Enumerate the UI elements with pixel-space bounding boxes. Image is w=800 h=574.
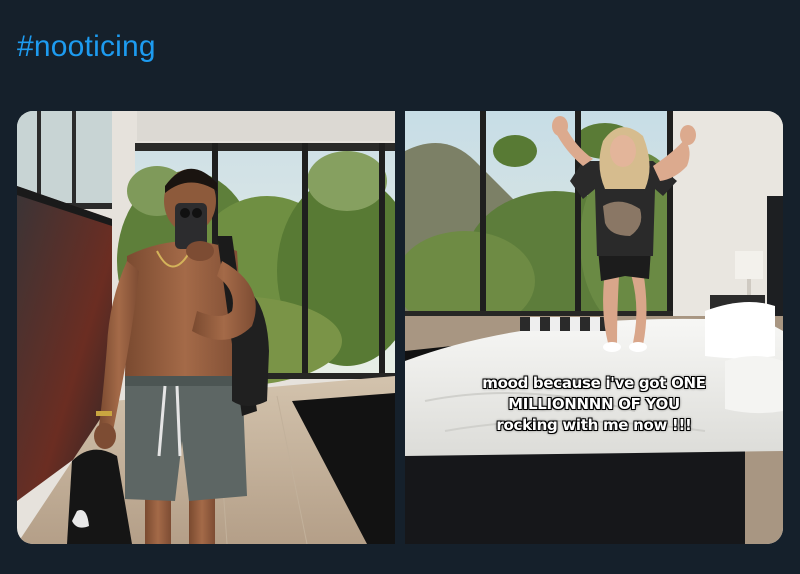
caption-line-2: MILLIONNNN OF YOU xyxy=(508,395,680,413)
hashtag-link[interactable]: #nooticing xyxy=(17,28,156,66)
caption-line-1: mood because i've got ONE xyxy=(482,374,706,392)
photo-left-man-mirror-selfie xyxy=(17,111,395,544)
photo-right-woman-jumping-on-bed xyxy=(405,111,783,544)
media-photo-left[interactable] xyxy=(17,111,395,544)
media-grid: mood because i've got ONE MILLIONNNN OF … xyxy=(17,111,783,544)
caption-line-3: rocking with me now !!! xyxy=(496,416,692,434)
media-photo-right[interactable]: mood because i've got ONE MILLIONNNN OF … xyxy=(405,111,783,544)
video-caption: mood because i've got ONE MILLIONNNN OF … xyxy=(405,373,783,436)
